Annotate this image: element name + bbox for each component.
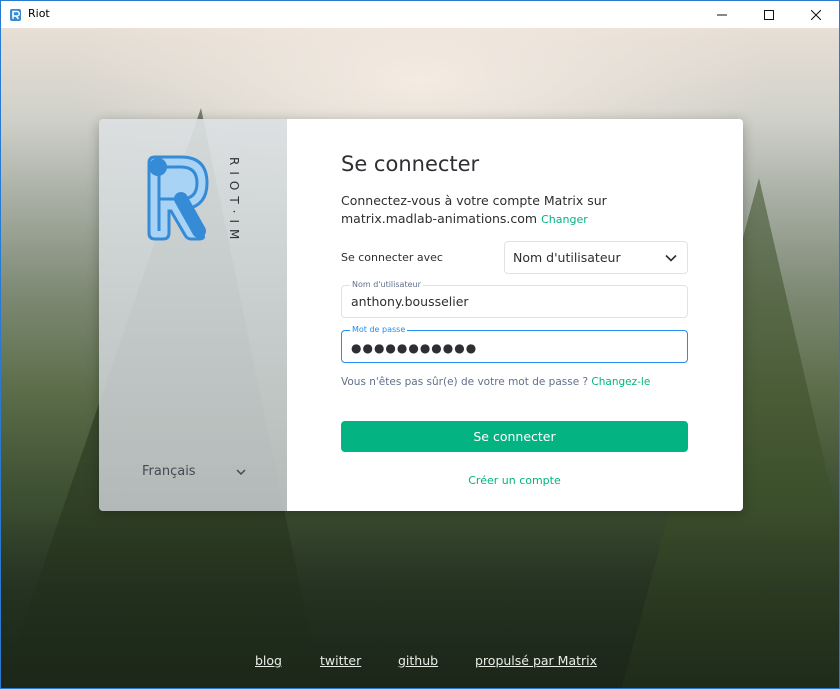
riot-wordmark: RIOT·IM bbox=[227, 157, 241, 246]
create-account-link[interactable]: Créer un compte bbox=[341, 474, 688, 487]
maximize-button[interactable] bbox=[746, 1, 792, 28]
window-title: Riot bbox=[28, 7, 50, 20]
login-form-panel: Se connecter Connectez-vous à votre comp… bbox=[287, 119, 743, 511]
reset-password-link[interactable]: Changez-le bbox=[591, 376, 650, 388]
branding-panel: RIOT·IM Français bbox=[99, 119, 287, 511]
username-input[interactable]: anthony.bousselier bbox=[351, 294, 469, 309]
chevron-down-icon bbox=[665, 254, 677, 262]
language-label: Français bbox=[142, 464, 196, 479]
maximize-icon bbox=[764, 9, 774, 20]
username-field[interactable]: Nom d'utilisateur anthony.bousselier bbox=[341, 280, 688, 318]
riot-logo bbox=[147, 155, 209, 241]
change-server-link[interactable]: Changer bbox=[541, 213, 588, 226]
close-icon bbox=[811, 9, 821, 20]
footer-link-twitter[interactable]: twitter bbox=[320, 653, 361, 668]
footer-links: blog twitter github propulsé par Matrix bbox=[1, 653, 839, 673]
minimize-icon bbox=[717, 14, 727, 15]
password-label: Mot de passe bbox=[350, 325, 408, 335]
footer-link-github[interactable]: github bbox=[398, 653, 438, 668]
title-bar[interactable]: Riot bbox=[1, 1, 839, 28]
footer-link-matrix[interactable]: propulsé par Matrix bbox=[475, 653, 597, 668]
login-dialog: RIOT·IM Français Se connecter Connectez-… bbox=[99, 119, 743, 511]
login-type-select[interactable]: Nom d'utilisateur bbox=[504, 241, 688, 274]
close-button[interactable] bbox=[793, 1, 839, 28]
login-type-value: Nom d'utilisateur bbox=[513, 250, 621, 265]
password-input[interactable]: ●●●●●●●●●●● bbox=[351, 341, 477, 355]
riot-app-icon bbox=[10, 9, 21, 21]
forgot-password: Vous n'êtes pas sûr(e) de votre mot de p… bbox=[341, 376, 650, 388]
login-with-label: Se connecter avec bbox=[341, 251, 443, 264]
page-title: Se connecter bbox=[341, 152, 480, 176]
footer-link-blog[interactable]: blog bbox=[255, 653, 282, 668]
sign-in-button[interactable]: Se connecter bbox=[341, 421, 688, 452]
chevron-down-icon bbox=[236, 468, 246, 475]
server-intro: Connectez-vous à votre compte Matrix sur… bbox=[341, 192, 701, 229]
app-window: Riot RIOT·IM Français Se connecter Conne… bbox=[0, 0, 840, 689]
forgot-password-text: Vous n'êtes pas sûr(e) de votre mot de p… bbox=[341, 376, 589, 388]
minimize-button[interactable] bbox=[699, 1, 745, 28]
username-label: Nom d'utilisateur bbox=[350, 280, 423, 290]
language-selector[interactable]: Français bbox=[142, 464, 246, 479]
password-field[interactable]: Mot de passe ●●●●●●●●●●● bbox=[341, 325, 688, 363]
